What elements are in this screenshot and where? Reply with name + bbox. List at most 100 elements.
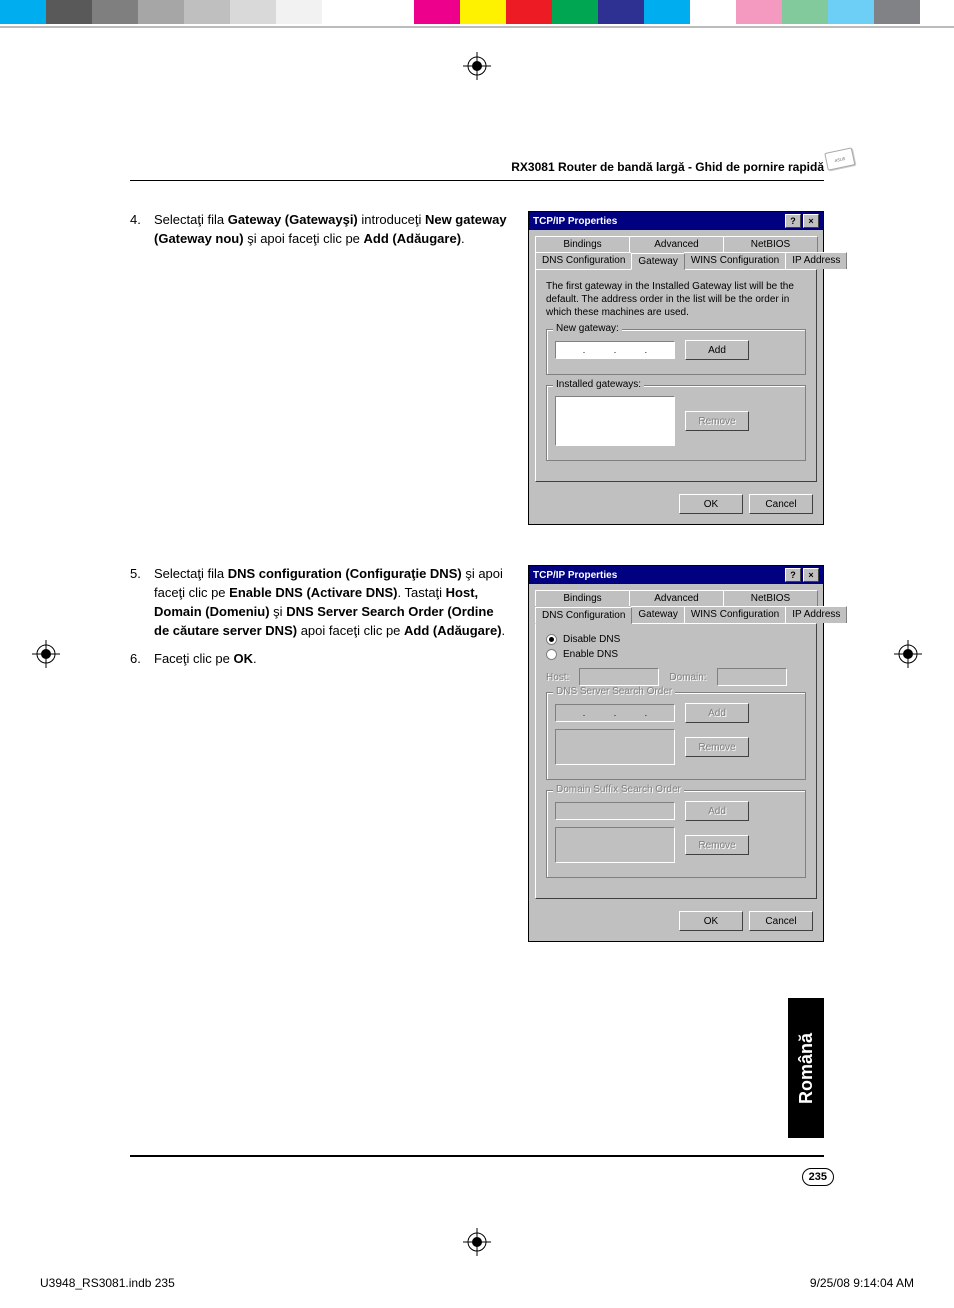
color-bar-swatch	[92, 0, 138, 24]
color-bar-swatch	[46, 0, 92, 24]
tabs-row-back: Bindings Advanced NetBIOS	[529, 584, 823, 606]
remove-dns-button[interactable]: Remove	[685, 737, 749, 757]
registration-mark-bottom	[463, 1228, 491, 1256]
color-bar-swatch	[552, 0, 598, 24]
enable-dns-radio[interactable]: Enable DNS	[546, 649, 806, 660]
dns-server-search-order-group: DNS Server Search Order ... Add Remove	[546, 692, 806, 780]
step-text: Selectaţi fila Gateway (Gatewayşi) intro…	[154, 211, 508, 249]
dialog-titlebar[interactable]: TCP/IP Properties ? ×	[529, 212, 823, 230]
color-bar-swatch	[736, 0, 782, 24]
radio-icon	[546, 634, 557, 645]
color-bar-swatch	[138, 0, 184, 24]
color-bar-swatch	[598, 0, 644, 24]
dialog-titlebar[interactable]: TCP/IP Properties ? ×	[529, 566, 823, 584]
radio-icon	[546, 649, 557, 660]
color-bar-swatch	[874, 0, 920, 24]
tab-gateway[interactable]: Gateway	[631, 253, 684, 270]
print-color-bars	[0, 0, 954, 28]
new-gateway-ip-input[interactable]: ...	[555, 341, 675, 359]
close-button[interactable]: ×	[803, 214, 819, 228]
step-text: Faceţi clic pe OK.	[154, 650, 508, 669]
tcpip-properties-dialog-dns: TCP/IP Properties ? × Bindings Advanced …	[528, 565, 824, 942]
color-bar-swatch	[690, 0, 736, 24]
color-bar-swatch	[368, 0, 414, 24]
registration-mark-right	[894, 640, 922, 668]
add-gateway-button[interactable]: Add	[685, 340, 749, 360]
tabs-row-front: DNS Configuration Gateway WINS Configura…	[529, 252, 823, 269]
color-bar-swatch	[184, 0, 230, 24]
color-bar-swatch	[276, 0, 322, 24]
new-gateway-label: New gateway:	[553, 323, 622, 334]
tab-dns-configuration[interactable]: DNS Configuration	[535, 607, 632, 624]
language-tab: Română	[788, 998, 824, 1138]
remove-gateway-button[interactable]: Remove	[685, 411, 749, 431]
tcpip-properties-dialog-gateway: TCP/IP Properties ? × Bindings Advanced …	[528, 211, 824, 525]
tab-wins-configuration[interactable]: WINS Configuration	[684, 606, 786, 623]
tab-gateway[interactable]: Gateway	[631, 606, 684, 623]
host-input[interactable]	[579, 668, 659, 686]
help-button[interactable]: ?	[785, 214, 801, 228]
color-bar-swatch	[506, 0, 552, 24]
top-rule	[0, 26, 954, 28]
domain-suffix-search-order-label: Domain Suffix Search Order	[553, 784, 684, 795]
help-button[interactable]: ?	[785, 568, 801, 582]
cancel-button[interactable]: Cancel	[749, 494, 813, 514]
enable-dns-label: Enable DNS	[563, 649, 618, 660]
footer-rule	[130, 1155, 824, 1157]
dns-server-list[interactable]	[555, 729, 675, 765]
color-bar-swatch	[322, 0, 368, 24]
ok-button[interactable]: OK	[679, 911, 743, 931]
tab-netbios[interactable]: NetBIOS	[723, 236, 818, 252]
tab-ip-address[interactable]: IP Address	[785, 606, 847, 623]
close-button[interactable]: ×	[803, 568, 819, 582]
color-bar-swatch	[0, 0, 46, 24]
step-number: 4.	[130, 211, 154, 249]
remove-suffix-button[interactable]: Remove	[685, 835, 749, 855]
add-suffix-button[interactable]: Add	[685, 801, 749, 821]
dialog-title: TCP/IP Properties	[533, 570, 617, 581]
tabs-row-front: DNS Configuration Gateway WINS Configura…	[529, 606, 823, 623]
dns-server-search-order-label: DNS Server Search Order	[553, 686, 675, 697]
gateway-hint: The first gateway in the Installed Gatew…	[546, 280, 806, 319]
tabs-row-back: Bindings Advanced NetBIOS	[529, 230, 823, 252]
tab-bindings[interactable]: Bindings	[535, 590, 630, 606]
color-bar-swatch	[460, 0, 506, 24]
installed-gateways-list[interactable]	[555, 396, 675, 446]
color-bar-swatch	[644, 0, 690, 24]
host-label: Host:	[546, 672, 569, 683]
domain-label: Domain:	[669, 672, 706, 683]
cancel-button[interactable]: Cancel	[749, 911, 813, 931]
step-number: 5.	[130, 565, 154, 640]
registration-mark-left	[32, 640, 60, 668]
ok-button[interactable]: OK	[679, 494, 743, 514]
tab-wins-configuration[interactable]: WINS Configuration	[684, 252, 786, 269]
installed-gateways-label: Installed gateways:	[553, 379, 644, 390]
print-slug-left: U3948_RS3081.indb 235	[40, 1276, 175, 1290]
tab-ip-address[interactable]: IP Address	[785, 252, 847, 269]
tab-advanced[interactable]: Advanced	[629, 236, 724, 252]
color-bar-swatch	[230, 0, 276, 24]
tab-dns-configuration[interactable]: DNS Configuration	[535, 252, 632, 269]
disable-dns-label: Disable DNS	[563, 634, 620, 645]
domain-suffix-input[interactable]	[555, 802, 675, 820]
dialog-title: TCP/IP Properties	[533, 216, 617, 227]
color-bar-swatch	[782, 0, 828, 24]
step-text: Selectaţi fila DNS configuration (Config…	[154, 565, 508, 640]
new-gateway-group: New gateway: ... Add	[546, 329, 806, 375]
dns-server-ip-input[interactable]: ...	[555, 704, 675, 722]
tab-panel-dns: Disable DNS Enable DNS Host: Domain: DNS…	[535, 623, 817, 899]
instruction-list-1: 4. Selectaţi fila Gateway (Gatewayşi) in…	[130, 211, 508, 525]
tab-advanced[interactable]: Advanced	[629, 590, 724, 606]
instruction-list-2: 5. Selectaţi fila DNS configuration (Con…	[130, 565, 508, 942]
domain-suffix-search-order-group: Domain Suffix Search Order Add Remove	[546, 790, 806, 878]
domain-suffix-list[interactable]	[555, 827, 675, 863]
page-header-title: RX3081 Router de bandă largă - Ghid de p…	[130, 160, 824, 181]
tab-panel-gateway: The first gateway in the Installed Gatew…	[535, 269, 817, 482]
tab-bindings[interactable]: Bindings	[535, 236, 630, 252]
domain-input[interactable]	[717, 668, 787, 686]
tab-netbios[interactable]: NetBIOS	[723, 590, 818, 606]
disable-dns-radio[interactable]: Disable DNS	[546, 634, 806, 645]
step-number: 6.	[130, 650, 154, 669]
color-bar-swatch	[828, 0, 874, 24]
add-dns-button[interactable]: Add	[685, 703, 749, 723]
